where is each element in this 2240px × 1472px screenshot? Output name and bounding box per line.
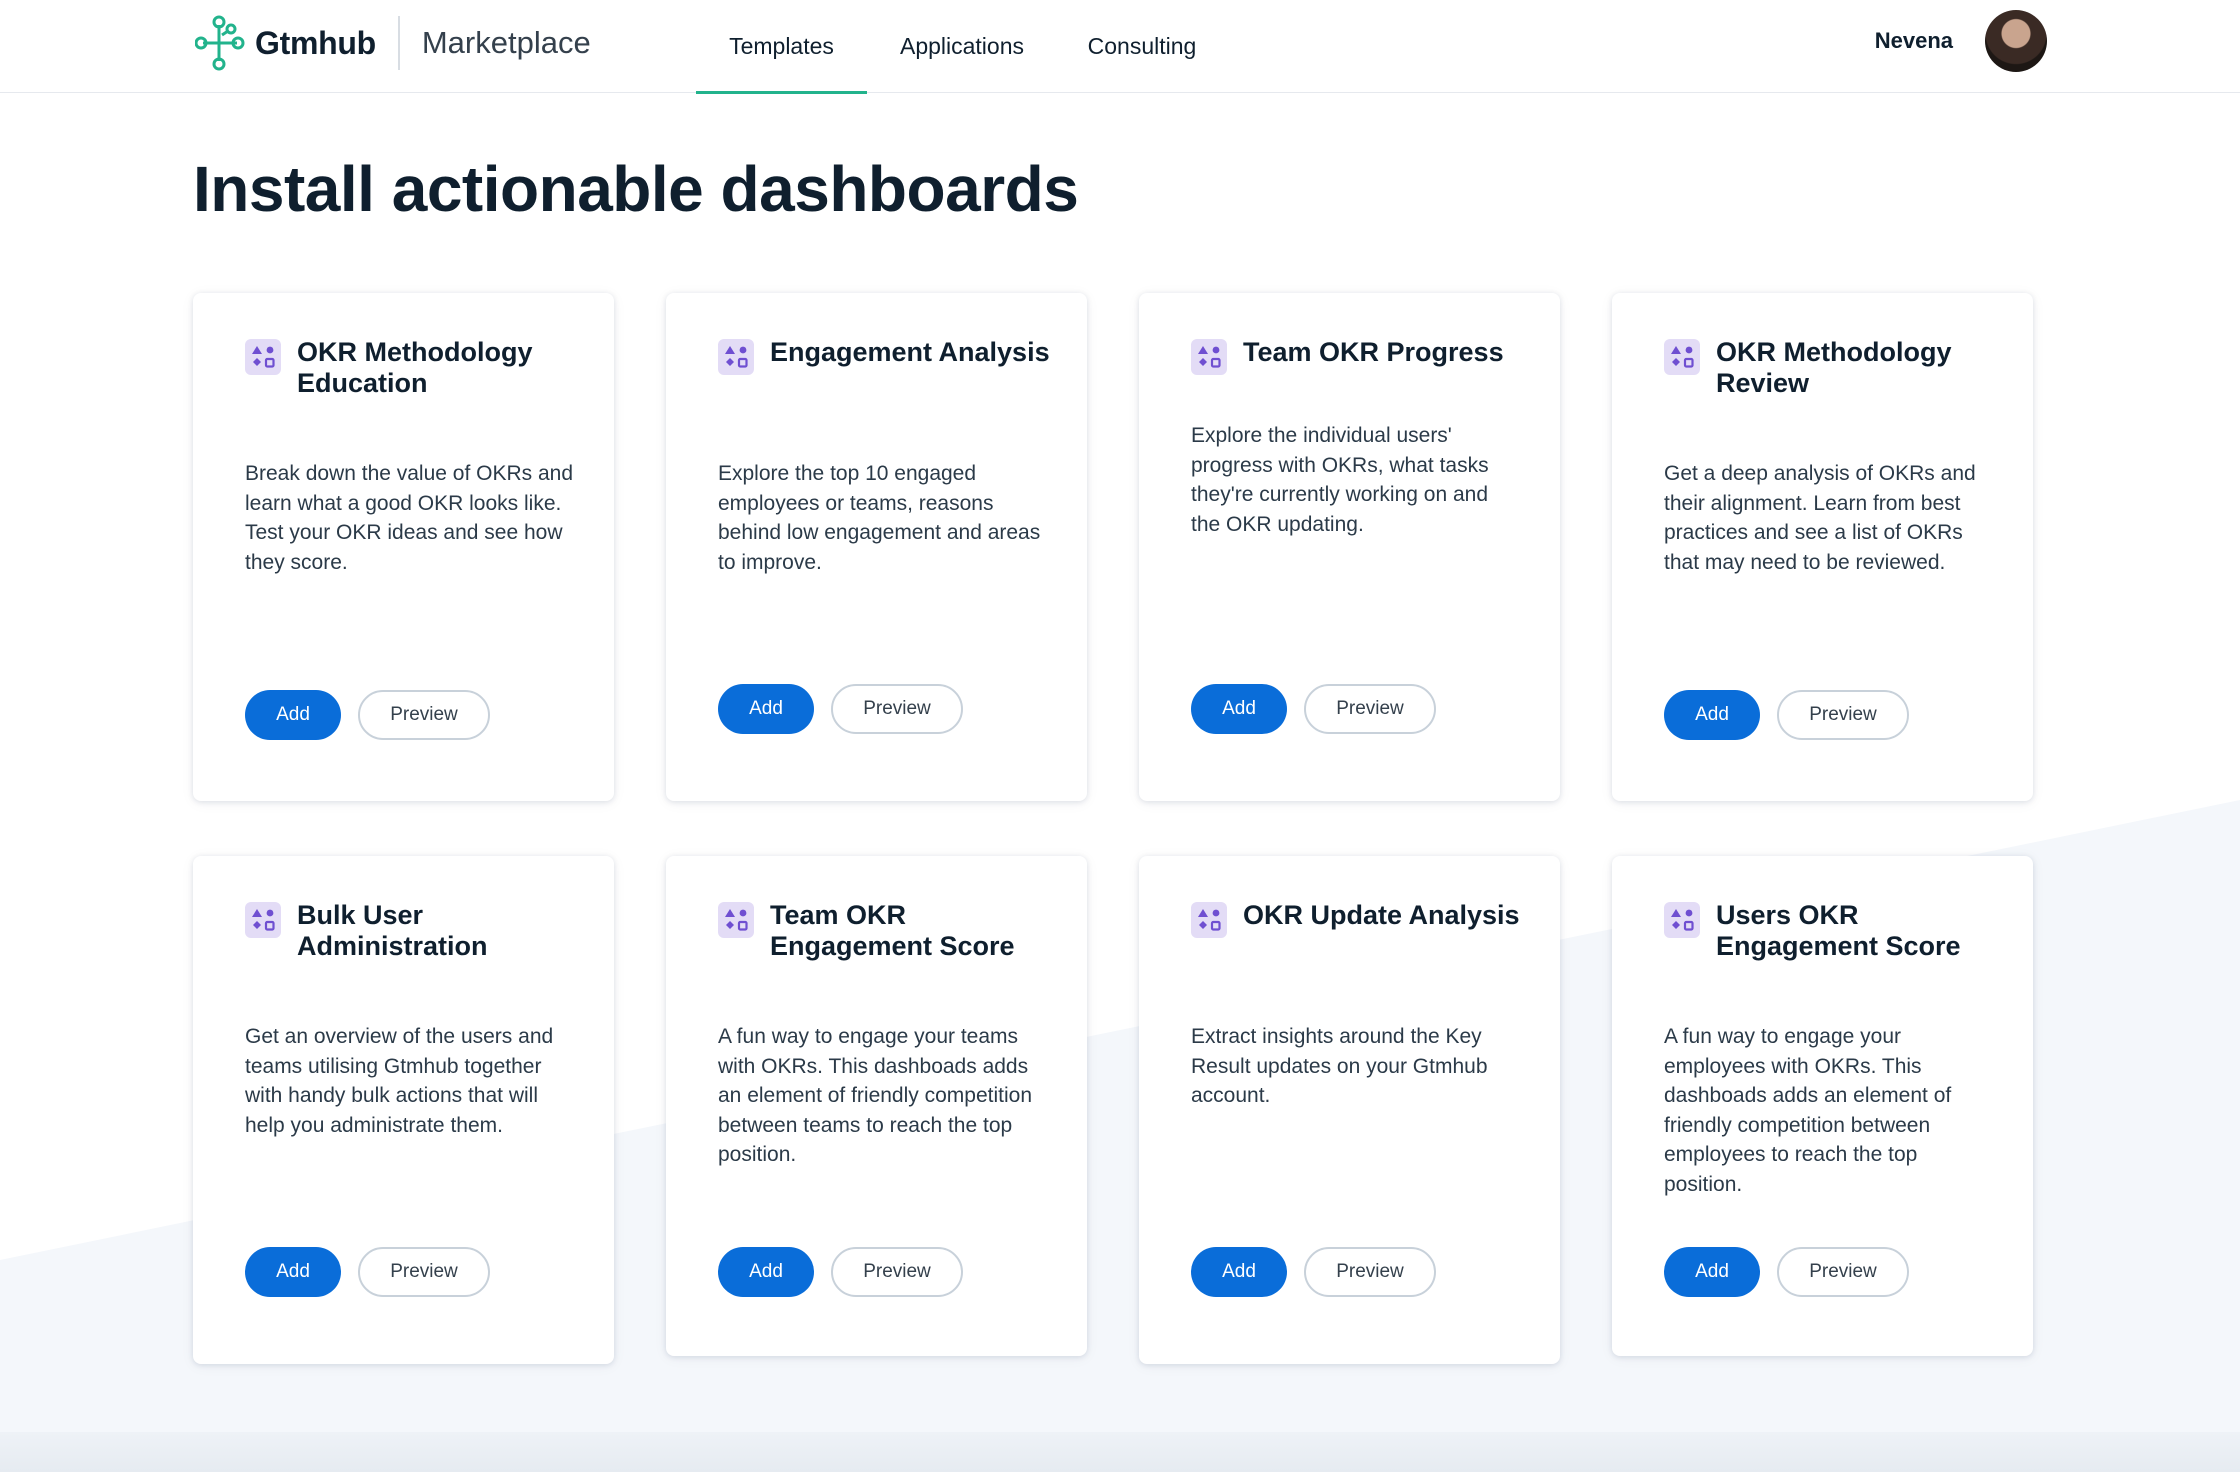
card-title: Engagement Analysis: [770, 337, 1050, 367]
preview-button[interactable]: Preview: [1304, 684, 1436, 734]
card-description: Extract insights around the Key Result u…: [1191, 1025, 1488, 1107]
card-description: Get an overview of the users and teams u…: [245, 1025, 554, 1137]
add-button[interactable]: Add: [1664, 690, 1760, 740]
card-description: Explore the individual users' progress w…: [1191, 424, 1489, 536]
dashboard-card: Users OKR Engagement Score A fun way to …: [1612, 856, 2033, 1356]
main-nav: Templates Applications Consulting: [696, 0, 1227, 94]
top-header: Gtmhub Marketplace Templates Application…: [0, 0, 2240, 94]
preview-button[interactable]: Preview: [1777, 1247, 1909, 1297]
logo-divider: [397, 16, 400, 70]
page-title: Install actionable dashboards: [193, 153, 1079, 225]
widgets-icon: [1191, 902, 1227, 938]
add-button[interactable]: Add: [718, 684, 814, 734]
widgets-icon: [1191, 339, 1227, 375]
add-button[interactable]: Add: [245, 690, 341, 740]
card-description: A fun way to engage your teams with OKRs…: [718, 1025, 1033, 1166]
widgets-icon: [718, 339, 754, 375]
widgets-icon: [1664, 339, 1700, 375]
product-name: Marketplace: [421, 25, 591, 60]
bottom-fade: [0, 1432, 2240, 1472]
dashboard-card: OKR Methodology Review Get a deep analys…: [1612, 293, 2033, 801]
card-description: A fun way to engage your employees with …: [1664, 1025, 1952, 1196]
add-button[interactable]: Add: [1664, 1247, 1760, 1297]
card-description: Break down the value of OKRs and learn w…: [245, 462, 574, 574]
card-title: Users OKR Engagement Score: [1716, 900, 1961, 961]
card-description: Explore the top 10 engaged employees or …: [718, 462, 1041, 574]
preview-button[interactable]: Preview: [358, 690, 490, 740]
card-title: OKR Methodology Education: [297, 337, 533, 398]
brand-name: Gtmhub: [255, 24, 376, 61]
user-name: Nevena: [1874, 28, 1953, 53]
widgets-icon: [1664, 902, 1700, 938]
card-title: Bulk User Administration: [297, 900, 488, 961]
preview-button[interactable]: Preview: [831, 1247, 963, 1297]
gtmhub-logo-icon: [195, 15, 245, 71]
card-description: Get a deep analysis of OKRs and their al…: [1664, 462, 1976, 574]
card-title: OKR Update Analysis: [1243, 900, 1520, 930]
widgets-icon: [245, 902, 281, 938]
dashboard-card: Bulk User Administration Get an overview…: [193, 856, 614, 1364]
card-title: OKR Methodology Review: [1716, 337, 1952, 398]
add-button[interactable]: Add: [1191, 684, 1287, 734]
preview-button[interactable]: Preview: [831, 684, 963, 734]
user-avatar[interactable]: [1985, 10, 2047, 72]
brand-logo[interactable]: Gtmhub Marketplace: [195, 12, 591, 74]
preview-button[interactable]: Preview: [1777, 690, 1909, 740]
preview-button[interactable]: Preview: [1304, 1247, 1436, 1297]
dashboard-card: OKR Methodology Education Break down the…: [193, 293, 614, 801]
add-button[interactable]: Add: [245, 1247, 341, 1297]
card-title: Team OKR Engagement Score: [770, 900, 1015, 961]
dashboard-card: Engagement Analysis Explore the top 10 e…: [666, 293, 1087, 801]
dashboard-card: Team OKR Progress Explore the individual…: [1139, 293, 1560, 801]
nav-consulting[interactable]: Consulting: [1057, 0, 1227, 93]
nav-templates[interactable]: Templates: [696, 0, 867, 94]
add-button[interactable]: Add: [1191, 1247, 1287, 1297]
dashboard-card: Team OKR Engagement Score A fun way to e…: [666, 856, 1087, 1356]
card-title: Team OKR Progress: [1243, 337, 1504, 367]
preview-button[interactable]: Preview: [358, 1247, 490, 1297]
nav-applications[interactable]: Applications: [867, 0, 1057, 93]
dashboard-card: OKR Update Analysis Extract insights aro…: [1139, 856, 1560, 1364]
user-menu[interactable]: Nevena: [1875, 10, 2047, 72]
add-button[interactable]: Add: [718, 1247, 814, 1297]
widgets-icon: [718, 902, 754, 938]
widgets-icon: [245, 339, 281, 375]
